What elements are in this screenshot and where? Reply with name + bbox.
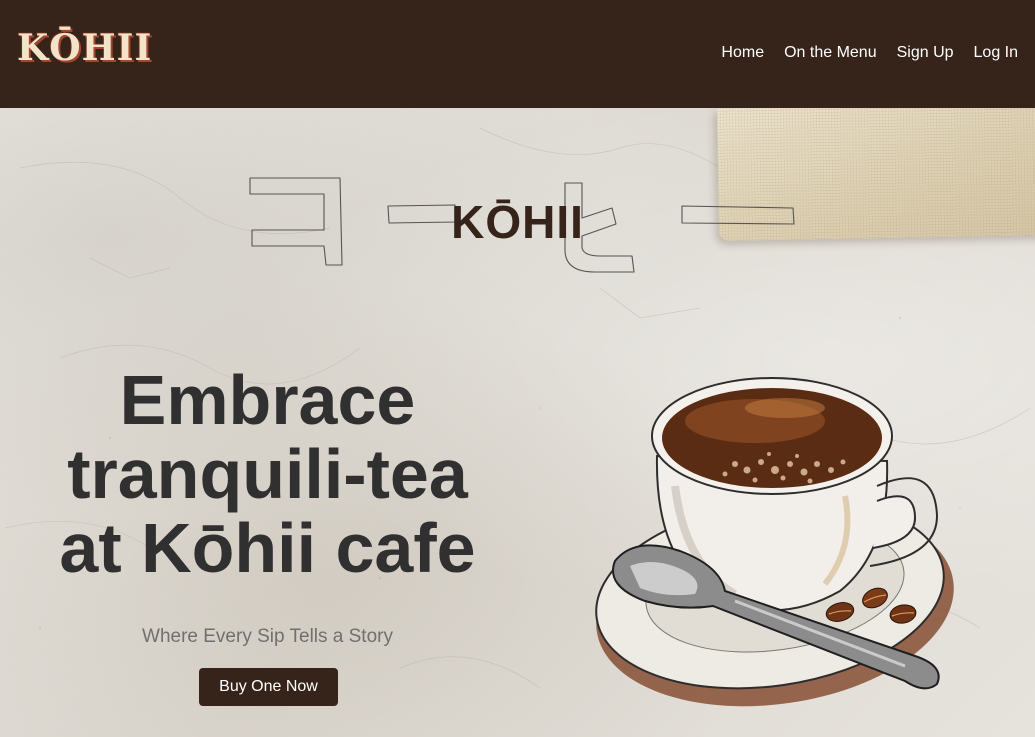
headline-line-1: Embrace [119, 361, 416, 439]
hero-section: KŌHII Embrace tranquili-tea at Kōhii caf… [0, 108, 1035, 737]
buy-now-button[interactable]: Buy One Now [199, 668, 338, 706]
site-logo[interactable]: KŌHII [17, 30, 152, 66]
headline-line-3: at Kōhii cafe [59, 509, 476, 587]
nav-link-sign-up[interactable]: Sign Up [897, 44, 954, 62]
coffee-cup-illustration [595, 377, 954, 707]
hero-tagline: Where Every Sip Tells a Story [142, 626, 393, 647]
navbar: KŌHII Home On the Menu Sign Up Log In [0, 0, 1035, 108]
hero-headline: Embrace tranquili-tea at Kōhii cafe [20, 363, 515, 585]
headline-line-2: tranquili-tea [67, 435, 468, 513]
brand-title: KŌHII [451, 196, 584, 248]
nav-link-log-in[interactable]: Log In [974, 44, 1018, 62]
nav-link-home[interactable]: Home [721, 44, 764, 62]
nav-link-menu[interactable]: On the Menu [784, 44, 877, 62]
main-nav: Home On the Menu Sign Up Log In [721, 44, 1018, 62]
